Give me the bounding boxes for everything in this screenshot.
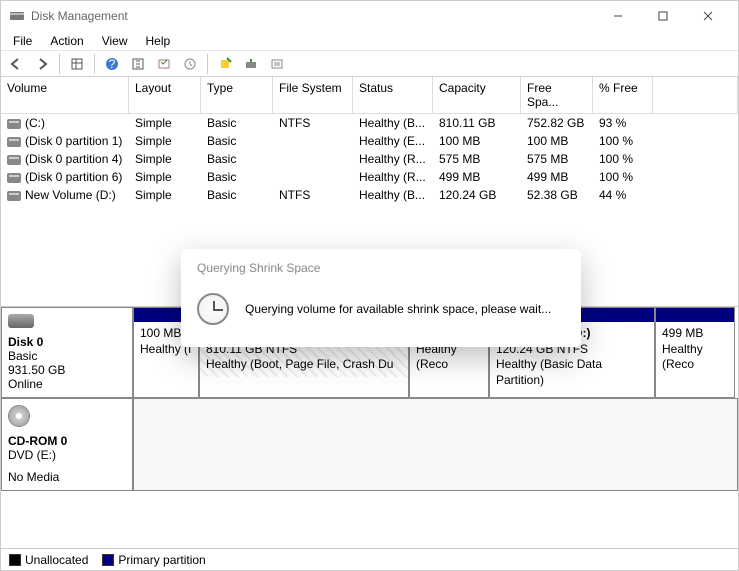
window-title: Disk Management [31,9,595,23]
cdrom-state: No Media [8,470,126,484]
col-free[interactable]: Free Spa... [521,77,593,113]
col-pct[interactable]: % Free [593,77,653,113]
disk-info-0[interactable]: Disk 0 Basic 931.50 GB Online [1,307,133,398]
volume-row[interactable]: (Disk 0 partition 6)SimpleBasicHealthy (… [1,168,738,186]
disk-state: Online [8,377,126,391]
cdrom-icon [8,405,30,427]
forward-button[interactable] [31,53,53,75]
volume-icon [7,191,21,201]
back-button[interactable] [5,53,27,75]
settings-button[interactable] [127,53,149,75]
refresh-button[interactable] [153,53,175,75]
disk-size: 931.50 GB [8,363,126,377]
volume-row[interactable]: (Disk 0 partition 1)SimpleBasicHealthy (… [1,132,738,150]
legend: Unallocated Primary partition [1,548,738,570]
svg-text:?: ? [109,57,116,71]
toolbar-separator [94,54,95,74]
menu-file[interactable]: File [5,32,40,50]
cdrom-track[interactable] [133,398,738,491]
col-status[interactable]: Status [353,77,433,113]
legend-primary: Primary partition [102,553,205,567]
properties-button[interactable] [266,53,288,75]
col-type[interactable]: Type [201,77,273,113]
col-pad [653,77,738,113]
col-capacity[interactable]: Capacity [433,77,521,113]
disk-kind: Basic [8,349,126,363]
volume-icon [7,119,21,129]
volume-icon [7,155,21,165]
menu-action[interactable]: Action [42,32,91,50]
col-volume[interactable]: Volume [1,77,129,113]
clock-icon [197,293,229,325]
volume-list-header: Volume Layout Type File System Status Ca… [1,77,738,114]
disk-info-cdrom[interactable]: CD-ROM 0 DVD (E:) No Media [1,398,133,491]
action-button[interactable] [179,53,201,75]
minimize-button[interactable] [595,1,640,31]
volume-row[interactable]: New Volume (D:)SimpleBasicNTFSHealthy (B… [1,186,738,204]
title-bar: Disk Management [1,1,738,31]
shrink-dialog: Querying Shrink Space Querying volume fo… [181,249,581,347]
toolbar: ? [1,51,738,77]
legend-unallocated: Unallocated [9,553,88,567]
disk-row-cdrom: CD-ROM 0 DVD (E:) No Media [1,398,738,491]
volume-row[interactable]: (Disk 0 partition 4)SimpleBasicHealthy (… [1,150,738,168]
col-filesystem[interactable]: File System [273,77,353,113]
attach-button[interactable] [240,53,262,75]
help-button[interactable]: ? [101,53,123,75]
create-button[interactable] [214,53,236,75]
col-layout[interactable]: Layout [129,77,201,113]
menu-bar: File Action View Help [1,31,738,51]
dialog-title: Querying Shrink Space [181,249,581,285]
disk-label: Disk 0 [8,335,126,349]
cdrom-kind: DVD (E:) [8,448,126,462]
volume-row[interactable]: (C:)SimpleBasicNTFSHealthy (B...810.11 G… [1,114,738,132]
close-button[interactable] [685,1,730,31]
disk-icon [8,314,34,328]
toolbar-separator [59,54,60,74]
app-icon [9,8,25,24]
menu-help[interactable]: Help [138,32,179,50]
volume-icon [7,173,21,183]
cdrom-label: CD-ROM 0 [8,434,126,448]
view-button[interactable] [66,53,88,75]
partition[interactable]: 499 MBHealthy (Reco [655,307,735,398]
maximize-button[interactable] [640,1,685,31]
dialog-message: Querying volume for available shrink spa… [245,302,551,316]
menu-view[interactable]: View [94,32,136,50]
toolbar-separator [207,54,208,74]
volume-icon [7,137,21,147]
